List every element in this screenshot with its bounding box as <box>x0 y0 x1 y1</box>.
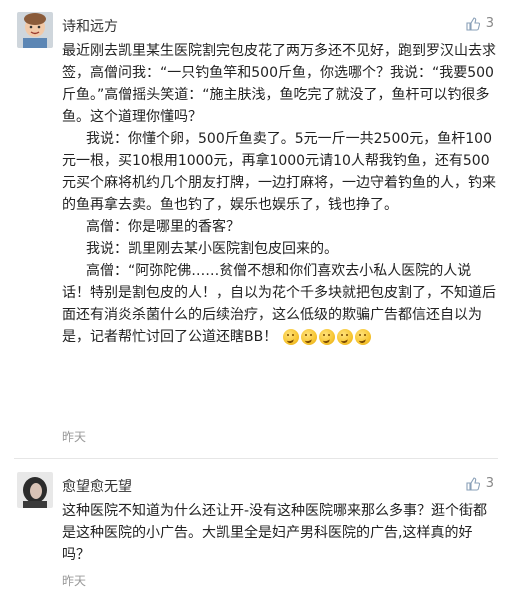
thinking-face-emoji <box>283 329 300 345</box>
thinking-face-emoji <box>301 329 318 345</box>
thinking-face-emoji <box>319 329 336 345</box>
timestamp: 昨天 <box>62 430 87 444</box>
like-count: 3 <box>485 16 494 31</box>
username[interactable]: 诗和远方 <box>62 16 118 36</box>
thumbs-up-icon <box>466 476 480 491</box>
comment-paragraph: 高僧：你是哪里的香客？ <box>86 219 240 235</box>
comment-item: 诗和远方 3 最近刚去凯里某生医院割完包皮花了两万多还不见好，跑到罗汉山去求签，… <box>0 0 512 456</box>
emoji-row <box>283 329 372 345</box>
comment-paragraph: 我说：你懂个卵，500斤鱼卖了。5元一斤一共2500元，鱼杆100元一根，买10… <box>62 131 496 213</box>
comment-paragraph: 这种医院不知道为什么还让开-没有这种医院哪来那么多事？逛个街都是这种医院的小广告… <box>62 503 488 563</box>
comment-paragraph-text: 高僧：“阿弥陀佛……贫僧不想和你们喜欢去小私人医院的人说话！特别是割包皮的人！，… <box>62 263 496 345</box>
avatar[interactable] <box>17 12 53 48</box>
comment-text: 这种医院不知道为什么还让开-没有这种医院哪来那么多事？逛个街都是这种医院的小广告… <box>62 500 498 566</box>
comment-paragraph: 最近刚去凯里某生医院割完包皮花了两万多还不见好，跑到罗汉山去求签，高僧问我：“一… <box>62 43 496 125</box>
thinking-face-emoji <box>337 329 354 345</box>
username[interactable]: 愈望愈无望 <box>62 476 132 496</box>
timestamp: 昨天 <box>62 574 87 588</box>
like-count: 3 <box>485 476 494 491</box>
like-button[interactable]: 3 <box>466 476 494 491</box>
avatar[interactable] <box>17 472 53 508</box>
comment-paragraph: 我说：凯里刚去某小医院割包皮回来的。 <box>86 241 338 257</box>
comment-text: 最近刚去凯里某生医院割完包皮花了两万多还不见好，跑到罗汉山去求签，高僧问我：“一… <box>62 40 498 348</box>
thumbs-up-icon <box>466 16 480 31</box>
thinking-face-emoji <box>355 329 372 345</box>
like-button[interactable]: 3 <box>466 16 494 31</box>
comment-item: 愈望愈无望 3 这种医院不知道为什么还让开-没有这种医院哪来那么多事？逛个街都是… <box>0 460 512 590</box>
comment-paragraph: 高僧：“阿弥陀佛……贫僧不想和你们喜欢去小私人医院的人说话！特别是割包皮的人！，… <box>62 260 498 348</box>
divider <box>14 458 498 459</box>
